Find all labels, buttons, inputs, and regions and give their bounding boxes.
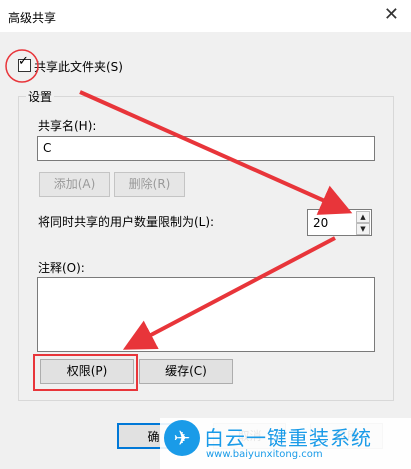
checkbox-highlight-circle: [5, 49, 39, 83]
watermark: ✈ 白云一键重装系统 www.baiyunxitong.com: [160, 418, 411, 469]
watermark-url: www.baiyunxitong.com: [206, 449, 323, 460]
arrow-to-limit: [79, 90, 353, 215]
arrow-to-permissions: [122, 236, 336, 350]
annotation-overlay: [5, 49, 353, 391]
watermark-brand: 白云一键重装系统: [204, 426, 372, 450]
permissions-highlight-box: [33, 354, 138, 391]
bird-logo-icon: ✈: [164, 420, 200, 456]
